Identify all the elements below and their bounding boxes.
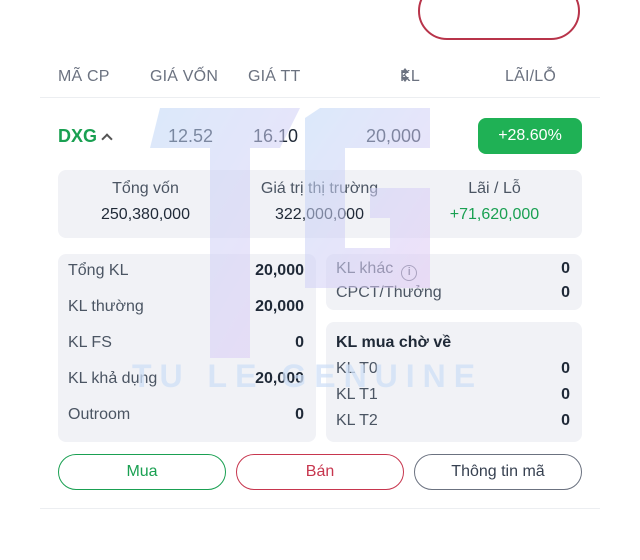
tong-von-value: 250,380,000 (101, 206, 190, 223)
list-item: KL thường 20,000 (58, 298, 316, 318)
kl-t2-label: KL T2 (336, 412, 378, 429)
lai-lo-block: Lãi / Lỗ +71,620,000 (407, 180, 582, 224)
kl-khac-label: KL khác i (336, 260, 418, 281)
list-item: Tổng KL 20,000 (58, 262, 316, 282)
stock-code-toggle[interactable]: DXG (58, 126, 113, 147)
list-item: KL FS 0 (58, 334, 316, 354)
lai-lo-value: +71,620,000 (449, 206, 540, 223)
pending-buy-title: KL mua chờ về (336, 334, 452, 351)
other-volume-panel: KL khác i 0 CPCT/Thưởng 0 (326, 254, 582, 310)
kl-khac-value: 0 (561, 260, 570, 277)
gia-tt-value: 16.10 (253, 126, 299, 146)
list-item: KL T0 0 (326, 360, 582, 380)
kl-t1-value: 0 (561, 386, 570, 403)
header-ma-cp: MÃ CP (58, 68, 110, 85)
lai-lo-badge: +28.60% (478, 118, 582, 154)
header-gia-von: GIÁ VỐN (150, 68, 219, 85)
outroom-label: Outroom (68, 406, 131, 423)
top-partial-button[interactable] (418, 0, 580, 40)
list-item: Outroom 0 (58, 406, 316, 426)
gia-tri-block: Giá trị thị trường 322,000,000 (232, 180, 407, 224)
tong-kl-value: 20,000 (255, 262, 304, 279)
lai-lo-label: Lãi / Lỗ (468, 180, 521, 197)
position-row[interactable]: DXG 12.52 16.10 20,000 +28.60% (0, 118, 640, 154)
kl-fs-label: KL FS (68, 334, 112, 351)
volume-detail-panel: Tổng KL 20,000 KL thường 20,000 KL FS 0 … (58, 254, 316, 442)
kl-khac-text: KL khác (336, 260, 394, 277)
gia-tri-label: Giá trị thị trường (260, 180, 379, 197)
sell-button[interactable]: Bán (236, 454, 404, 490)
chevron-up-icon (101, 132, 113, 145)
kl-t0-value: 0 (561, 360, 570, 377)
kl-value: 20,000 (366, 126, 422, 146)
kl-thuong-value: 20,000 (255, 298, 304, 315)
summary-card: Tổng vốn 250,380,000 Giá trị thị trường … (58, 170, 582, 238)
gia-von-value: 12.52 (168, 126, 214, 146)
table-header: MÃ CP GIÁ VỐN GIÁ TT KL LÃI/LỖ (0, 68, 640, 92)
cpct-thuong-value: 0 (561, 284, 570, 301)
kl-t0-label: KL T0 (336, 360, 378, 377)
list-item: KL T2 0 (326, 412, 582, 432)
kl-fs-value: 0 (295, 334, 304, 351)
kl-t2-value: 0 (561, 412, 570, 429)
list-item: KL khả dụng 20,000 (58, 370, 316, 390)
kl-kha-dung-value: 20,000 (255, 370, 304, 387)
stock-info-button[interactable]: Thông tin mã (414, 454, 582, 490)
header-divider (40, 97, 600, 98)
info-icon[interactable]: i (401, 265, 418, 281)
header-lai-lo: LÃI/LỖ (505, 68, 557, 85)
pending-buy-panel: KL mua chờ về KL T0 0 KL T1 0 KL T2 0 (326, 322, 582, 442)
kl-t1-label: KL T1 (336, 386, 378, 403)
sort-icon[interactable] (400, 68, 410, 82)
kl-kha-dung-label: KL khả dụng (68, 370, 158, 387)
tong-von-block: Tổng vốn 250,380,000 (58, 180, 233, 224)
buy-button[interactable]: Mua (58, 454, 226, 490)
list-item: KL T1 0 (326, 386, 582, 406)
tong-kl-label: Tổng KL (68, 262, 129, 279)
gia-tri-value: 322,000,000 (275, 206, 364, 223)
list-item: KL khác i 0 (326, 260, 582, 281)
tong-von-label: Tổng vốn (112, 180, 179, 197)
header-kl-sort[interactable]: KL (400, 68, 420, 85)
stock-code: DXG (58, 126, 98, 146)
kl-thuong-label: KL thường (68, 298, 144, 315)
outroom-value: 0 (295, 406, 304, 423)
cpct-thuong-label: CPCT/Thưởng (336, 284, 442, 301)
list-item: CPCT/Thưởng 0 (326, 284, 582, 304)
bottom-divider (40, 508, 600, 509)
header-gia-tt: GIÁ TT (248, 68, 301, 85)
